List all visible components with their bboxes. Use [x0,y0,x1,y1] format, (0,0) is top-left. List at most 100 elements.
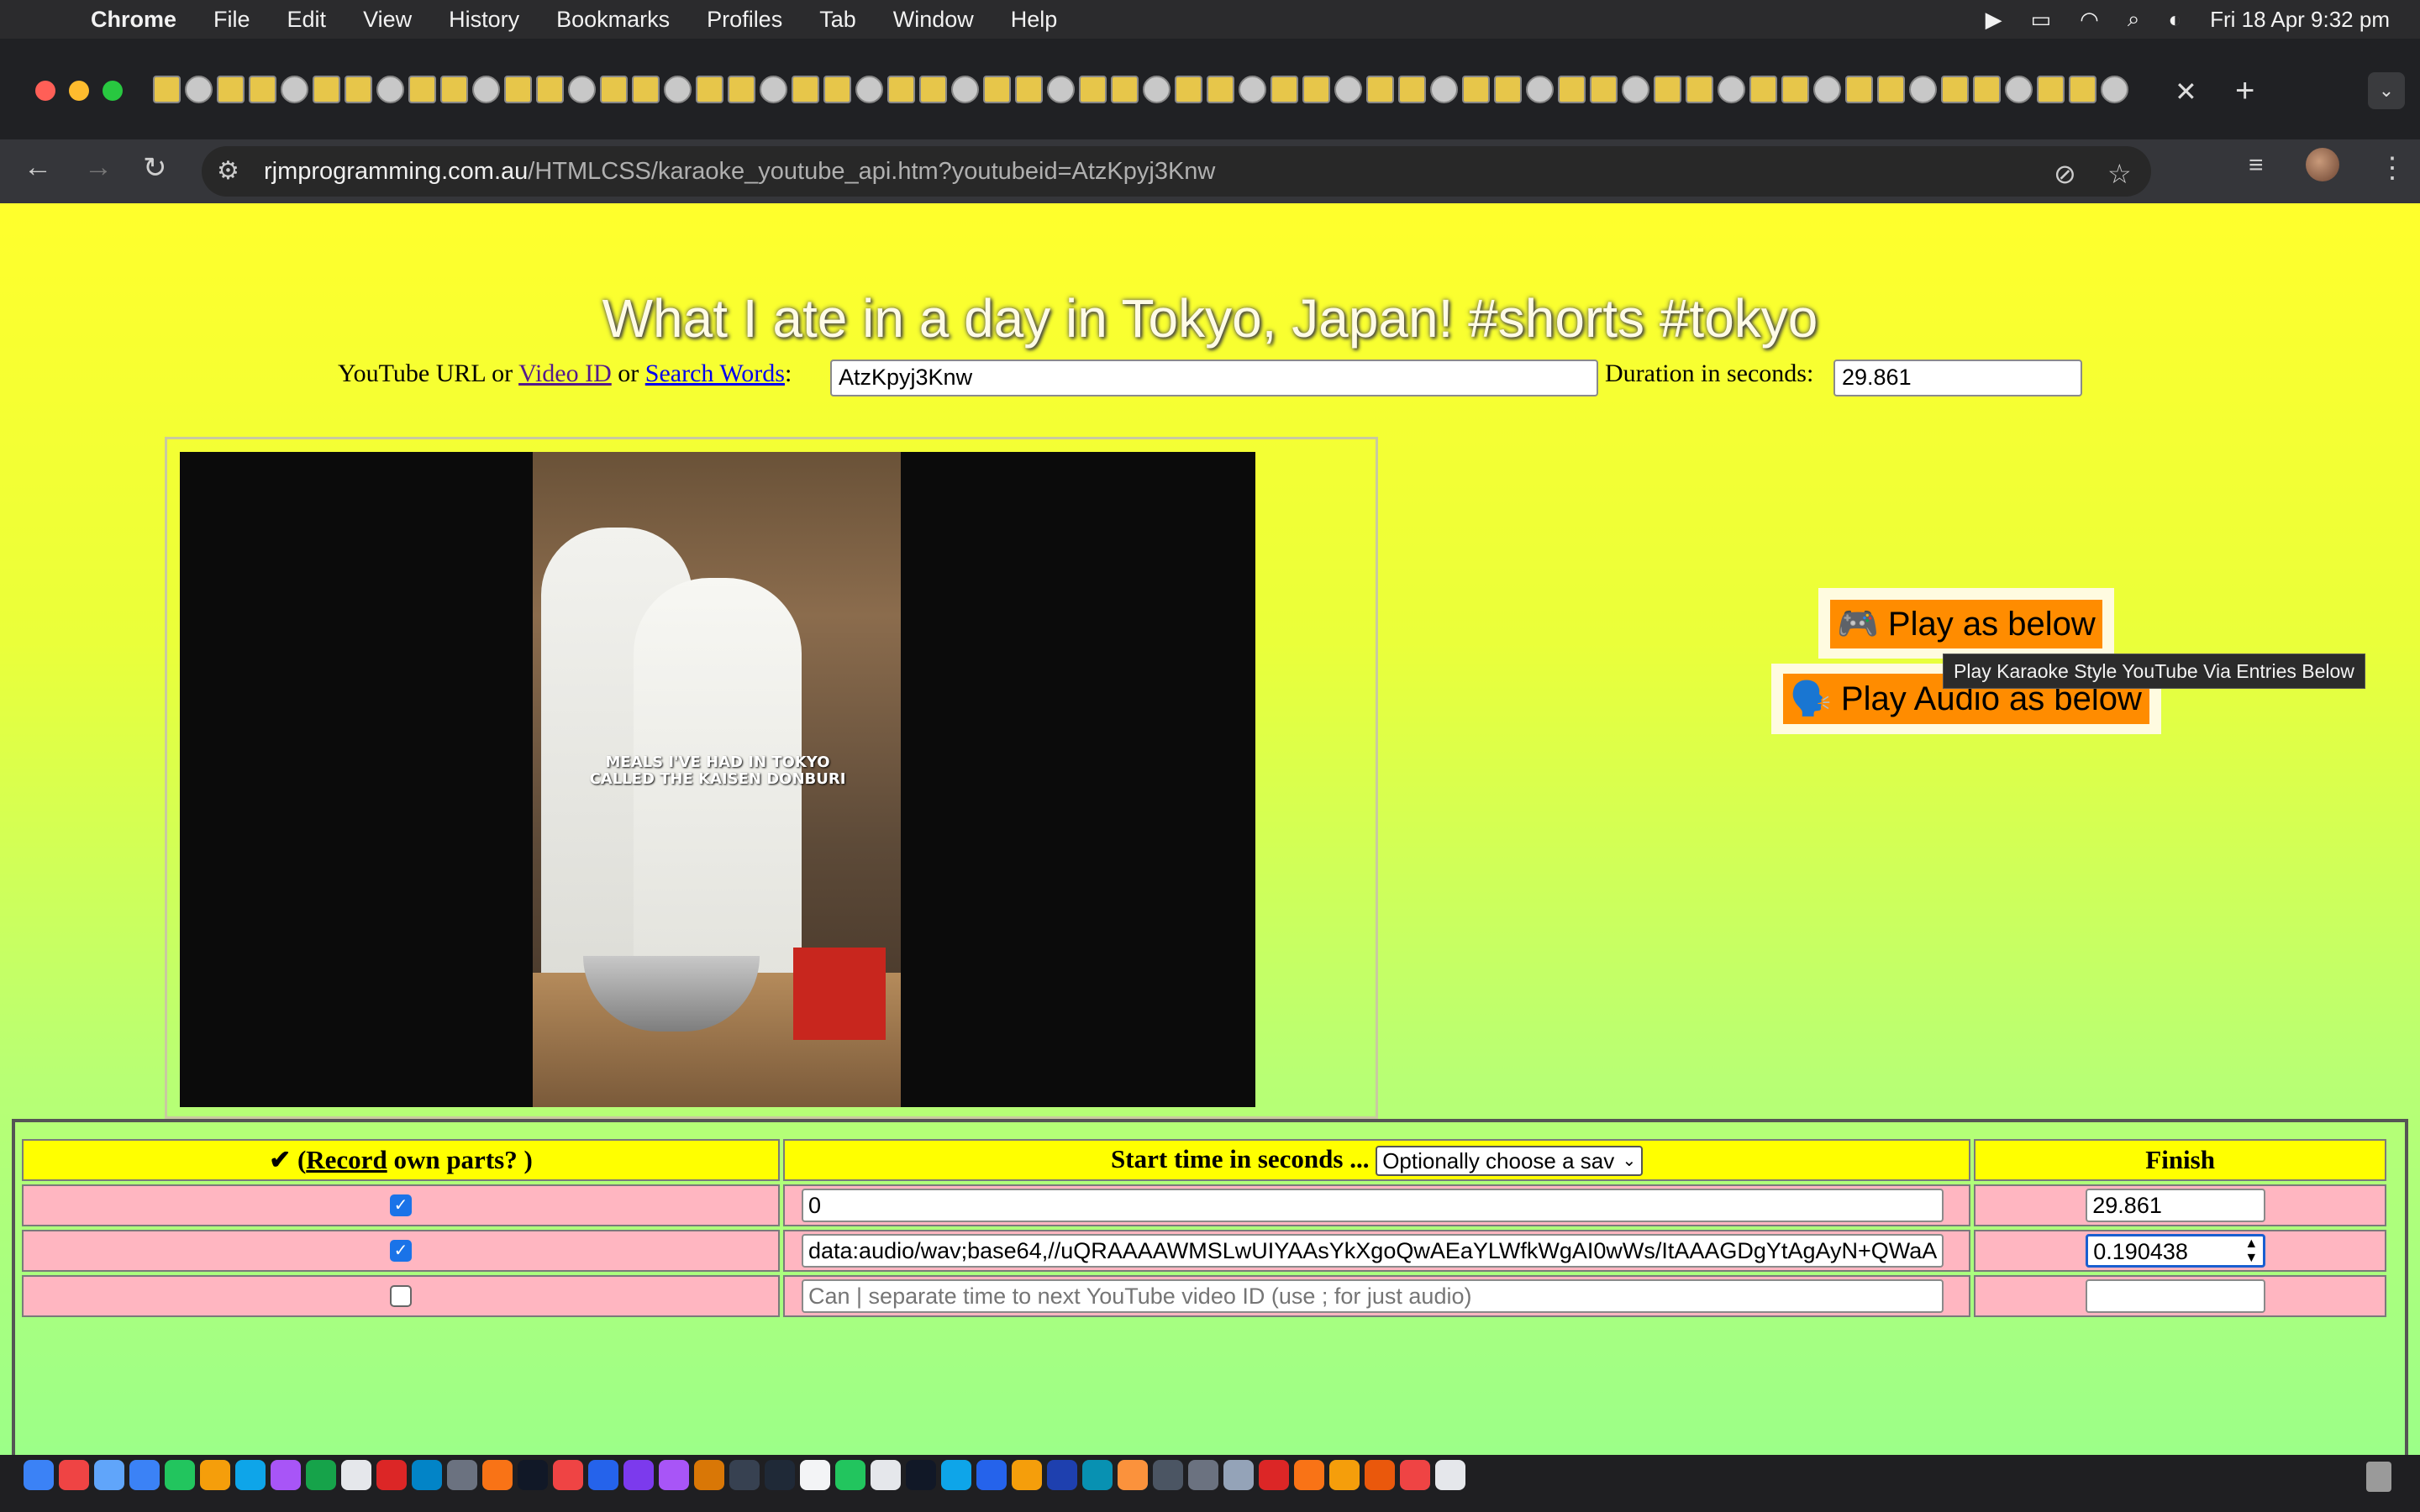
youtube-player[interactable]: MEALS I'VE HAD IN TOKYO CALLED THE KAISE… [180,452,1255,1107]
tab-favicon[interactable] [568,76,596,103]
tab-favicon[interactable] [1111,76,1139,103]
eye-slash-icon[interactable]: ⊘ [2054,158,2076,190]
media-controls-icon[interactable]: ≡ [2249,151,2264,180]
new-tab-button[interactable]: + [2235,72,2254,110]
wifi-icon[interactable]: ◠ [2080,7,2099,33]
tab-favicon[interactable] [1302,76,1330,103]
dock-app-icon[interactable] [906,1460,936,1490]
play-status-icon[interactable]: ▶ [1986,7,2002,33]
tab-search-button[interactable]: ⌄ [2368,72,2405,109]
youtube-id-input[interactable]: AtzKpyj3Knw [830,360,1598,396]
dock-app-icon[interactable] [306,1460,336,1490]
tab-favicon[interactable] [951,76,979,103]
tab-favicon[interactable] [1526,76,1554,103]
menu-tab[interactable]: Tab [819,7,856,33]
tab-favicon[interactable] [887,76,915,103]
tab-favicon[interactable] [2037,76,2065,103]
tab-favicon[interactable] [1781,76,1809,103]
tab-favicon[interactable] [185,76,213,103]
tab-favicon[interactable] [1909,76,1937,103]
row-2-start-input[interactable]: data:audio/wav;base64,//uQRAAAAWMSLwUIYA… [802,1234,1944,1268]
search-words-link[interactable]: Search Words [645,360,785,387]
dock-app-icon[interactable] [1153,1460,1183,1490]
tab-favicon[interactable] [1175,76,1202,103]
dock-app-icon[interactable] [271,1460,301,1490]
tab-favicon[interactable] [1015,76,1043,103]
dock-app-icon[interactable] [235,1460,266,1490]
menu-file[interactable]: File [213,7,250,33]
dock-app-icon[interactable] [59,1460,89,1490]
dock-app-icon[interactable] [376,1460,407,1490]
forward-arrow-icon[interactable]: → [84,151,113,184]
row-2-finish-input[interactable]: 0.190438 ▲ ▼ [2086,1234,2266,1268]
menu-app-name[interactable]: Chrome [91,7,176,33]
dock-app-icon[interactable] [976,1460,1007,1490]
dock-app-icon[interactable] [1259,1460,1289,1490]
row-3-finish-input[interactable] [2086,1279,2266,1313]
menu-history[interactable]: History [449,7,519,33]
dock-app-icon[interactable] [835,1460,865,1490]
tab-favicon[interactable] [440,76,468,103]
chrome-menu-icon[interactable]: ⋮ [2378,151,2407,185]
dock-app-icon[interactable] [765,1460,795,1490]
tab-favicon[interactable] [1207,76,1234,103]
dock-app-icon[interactable] [200,1460,230,1490]
dock-app-icon[interactable] [1223,1460,1254,1490]
reload-icon[interactable]: ↻ [143,151,167,185]
tab-favicon[interactable] [1239,76,1266,103]
dock-app-icon[interactable] [1082,1460,1113,1490]
dock-app-icon[interactable] [1294,1460,1324,1490]
close-window-button[interactable] [35,81,55,101]
tab-favicon[interactable] [1973,76,2001,103]
profile-avatar[interactable] [2306,148,2339,181]
tab-favicon[interactable] [1749,76,1777,103]
tab-favicon[interactable] [1590,76,1618,103]
tab-favicon[interactable] [345,76,372,103]
tab-favicon[interactable] [1143,76,1171,103]
dock-app-icon[interactable] [482,1460,513,1490]
row-1-start-input[interactable]: 0 [802,1189,1944,1222]
tab-favicon[interactable] [2101,76,2128,103]
back-arrow-icon[interactable]: ← [24,151,52,184]
tab-favicon[interactable] [1047,76,1075,103]
address-bar[interactable]: ⚙ rjmprogramming.com.au/HTMLCSS/karaoke_… [202,146,2151,197]
tab-favicon[interactable] [472,76,500,103]
tab-favicon[interactable] [600,76,628,103]
dock-app-icon[interactable] [729,1460,760,1490]
tab-favicon[interactable] [1398,76,1426,103]
dock-app-icon[interactable] [588,1460,618,1490]
tab-favicon[interactable] [1494,76,1522,103]
bookmark-star-icon[interactable]: ☆ [2107,158,2132,190]
tab-favicon[interactable] [504,76,532,103]
row-1-finish-input[interactable]: 29.861 [2086,1189,2266,1222]
tab-favicon[interactable] [1718,76,1745,103]
site-info-icon[interactable]: ⚙ [217,156,239,186]
menu-help[interactable]: Help [1011,7,1058,33]
tab-favicon[interactable] [2069,76,2096,103]
row-3-start-input[interactable]: Can | separate time to next YouTube vide… [802,1279,1944,1313]
duration-input[interactable]: 29.861 [1833,360,2082,396]
dock-app-icon[interactable] [447,1460,477,1490]
dock-app-icon[interactable] [871,1460,901,1490]
dock-app-icon[interactable] [518,1460,548,1490]
tab-favicon[interactable] [919,76,947,103]
tab-favicon[interactable] [217,76,245,103]
tab-favicon[interactable] [823,76,851,103]
dock-app-icon[interactable] [1365,1460,1395,1490]
tab-favicon[interactable] [1270,76,1298,103]
play-as-below-button[interactable]: 🎮 Play as below [1830,600,2102,648]
dock-app-icon[interactable] [129,1460,160,1490]
tab-favicon[interactable] [153,76,181,103]
saved-entries-select[interactable]: Optionally choose a sav ⌄ [1376,1146,1644,1177]
tab-favicon[interactable] [1430,76,1458,103]
row-1-checkbox[interactable]: ✓ [390,1194,412,1216]
dock-app-icon[interactable] [800,1460,830,1490]
spotlight-search-icon[interactable]: ⌕ [2128,6,2140,33]
control-center-icon[interactable]: ◐ [2168,7,2181,33]
menubar-clock[interactable]: Fri 18 Apr 9:32 pm [2210,7,2390,33]
tab-favicon[interactable] [1845,76,1873,103]
tab-favicon[interactable] [1462,76,1490,103]
tab-favicon[interactable] [249,76,276,103]
tab-favicon[interactable] [1558,76,1586,103]
dock-app-icon[interactable] [694,1460,724,1490]
